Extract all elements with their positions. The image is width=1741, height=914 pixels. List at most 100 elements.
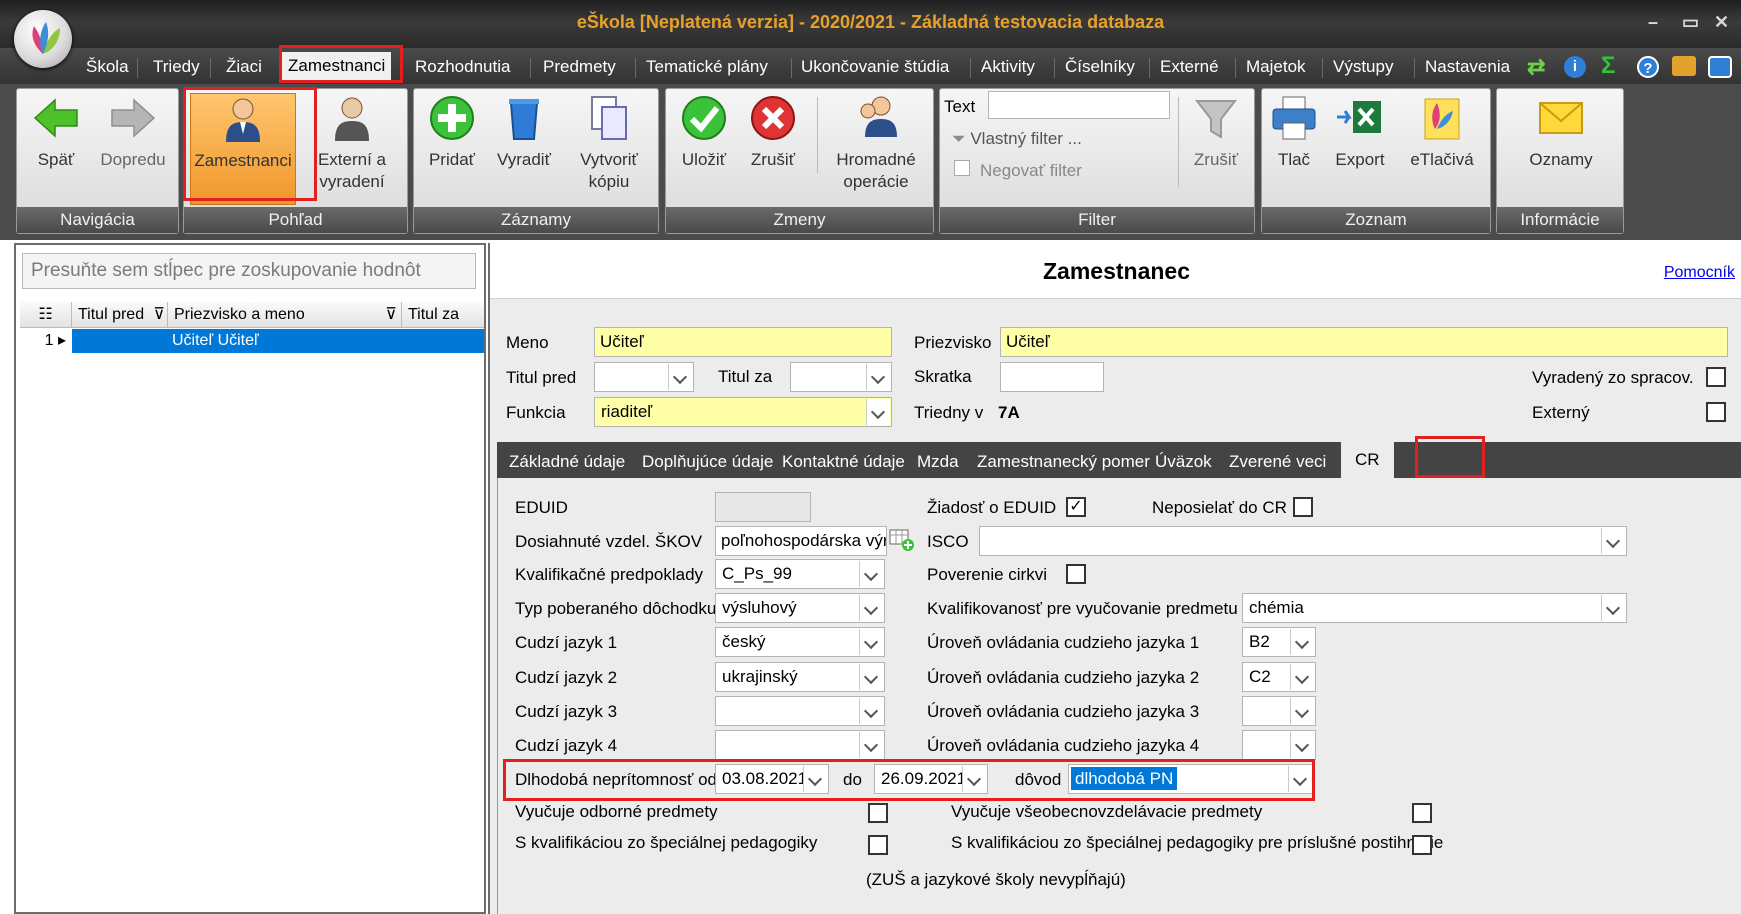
app-logo[interactable] bbox=[14, 10, 72, 68]
chevron-down-icon[interactable] bbox=[866, 364, 890, 390]
jazyk1-combo[interactable]: český bbox=[715, 627, 885, 657]
add-skov-icon[interactable] bbox=[889, 528, 915, 552]
jazyk3-combo[interactable] bbox=[715, 696, 885, 726]
tab-zverene-veci[interactable]: Zverené veci bbox=[1229, 448, 1326, 476]
refresh-icon[interactable]: ⇄ bbox=[1527, 54, 1545, 80]
externi-vyradeni-button[interactable]: Externí a vyradení bbox=[302, 93, 402, 205]
chevron-down-icon[interactable] bbox=[859, 698, 883, 724]
chevron-down-icon[interactable] bbox=[859, 561, 883, 587]
chevron-down-icon[interactable] bbox=[962, 766, 986, 792]
etlaciva-button[interactable]: eTlačivá bbox=[1400, 93, 1484, 205]
menu-aktivity[interactable]: Aktivity bbox=[975, 54, 1041, 80]
tab-mzda[interactable]: Mzda bbox=[917, 448, 959, 476]
specialna-checkbox[interactable] bbox=[868, 835, 888, 855]
chevron-down-icon[interactable] bbox=[803, 766, 827, 792]
dovod-combo[interactable]: dlhodobá PN bbox=[1068, 764, 1314, 794]
table-row[interactable]: 1 ▸ Učiteľ Učiteľ bbox=[20, 329, 484, 353]
monitor-icon[interactable] bbox=[1708, 56, 1732, 78]
meno-field[interactable]: Učiteľ bbox=[594, 327, 892, 357]
menu-skola[interactable]: Škola bbox=[80, 54, 135, 80]
chevron-down-icon[interactable] bbox=[859, 664, 883, 690]
chevron-down-icon[interactable] bbox=[1290, 629, 1314, 655]
column-header-titul-pred[interactable]: Titul pred ⊽ bbox=[72, 302, 168, 328]
negate-filter-checkbox[interactable] bbox=[954, 160, 970, 176]
copy-button[interactable]: Vytvoriť kópiu bbox=[566, 93, 652, 205]
ziadost-eduid-checkbox[interactable]: ✓ bbox=[1066, 497, 1086, 517]
chevron-down-icon[interactable] bbox=[859, 595, 883, 621]
uroven4-combo[interactable] bbox=[1242, 730, 1316, 760]
funkcia-combo[interactable]: riaditeľ bbox=[594, 397, 892, 427]
skratka-field[interactable] bbox=[1000, 362, 1104, 392]
uroven1-combo[interactable]: B2 bbox=[1242, 627, 1316, 657]
vseobecne-checkbox[interactable] bbox=[1412, 803, 1432, 823]
add-button[interactable]: Pridať bbox=[422, 93, 482, 205]
chevron-down-icon[interactable] bbox=[1290, 698, 1314, 724]
sigma-icon[interactable]: Σ bbox=[1601, 52, 1615, 80]
uroven3-combo[interactable] bbox=[1242, 696, 1316, 726]
menu-vystupy[interactable]: Výstupy bbox=[1327, 54, 1399, 80]
tab-kontaktne-udaje[interactable]: Kontaktné údaje bbox=[782, 448, 905, 476]
kvalifikovanost-combo[interactable]: chémia bbox=[1242, 593, 1627, 623]
tab-doplnujuce-udaje[interactable]: Doplňujúce údaje bbox=[642, 448, 773, 476]
save-button[interactable]: Uložiť bbox=[674, 93, 734, 205]
chevron-down-icon[interactable] bbox=[1290, 732, 1314, 758]
bulk-operations-button[interactable]: Hromadné operácie bbox=[825, 93, 927, 205]
menu-ziaci[interactable]: Žiaci bbox=[220, 54, 268, 80]
help-link[interactable]: Pomocník bbox=[1664, 264, 1735, 282]
menu-zamestnanci[interactable]: Zamestnanci bbox=[282, 52, 392, 82]
column-header-titul-za[interactable]: Titul za bbox=[402, 302, 484, 328]
chevron-down-icon[interactable] bbox=[1288, 766, 1312, 792]
uroven2-combo[interactable]: C2 bbox=[1242, 662, 1316, 692]
nepritomnost-do-date[interactable]: 26.09.2021 bbox=[874, 764, 988, 794]
menu-triedy[interactable]: Triedy bbox=[147, 54, 206, 80]
info-icon[interactable]: i bbox=[1564, 56, 1586, 78]
column-header-priezvisko[interactable]: Priezvisko a meno ⊽ bbox=[168, 302, 402, 328]
chevron-down-icon[interactable] bbox=[859, 732, 883, 758]
chevron-down-icon[interactable] bbox=[1601, 595, 1625, 621]
forward-button[interactable]: Dopredu bbox=[93, 93, 173, 205]
specialna-postihnutie-checkbox[interactable] bbox=[1412, 835, 1432, 855]
print-button[interactable]: Tlač bbox=[1268, 93, 1320, 205]
tab-cr[interactable]: CR bbox=[1341, 442, 1394, 478]
help-icon[interactable]: ? bbox=[1637, 56, 1659, 78]
nepritomnost-od-date[interactable]: 03.08.2021 bbox=[715, 764, 829, 794]
filter-icon[interactable]: ⊽ bbox=[153, 302, 165, 328]
maximize-icon[interactable]: ▭ bbox=[1682, 12, 1699, 33]
menu-rozhodnutia[interactable]: Rozhodnutia bbox=[409, 54, 516, 80]
menu-ukoncovanie-studia[interactable]: Ukončovanie štúdia bbox=[795, 54, 955, 80]
jazyk4-combo[interactable] bbox=[715, 730, 885, 760]
chevron-down-icon[interactable] bbox=[1601, 528, 1625, 554]
discard-button[interactable]: Vyradiť bbox=[486, 93, 562, 205]
menu-nastavenia[interactable]: Nastavenia bbox=[1419, 54, 1516, 80]
odborne-checkbox[interactable] bbox=[868, 803, 888, 823]
tab-zamestnanecky-pomer[interactable]: Zamestnanecký pomer bbox=[977, 448, 1150, 476]
back-button[interactable]: Späť bbox=[25, 93, 87, 205]
menu-tematicke-plany[interactable]: Tematické plány bbox=[640, 54, 774, 80]
externy-checkbox[interactable] bbox=[1706, 402, 1726, 422]
menu-predmety[interactable]: Predmety bbox=[537, 54, 622, 80]
dochodok-combo[interactable]: výsluhový bbox=[715, 593, 885, 623]
chevron-down-icon[interactable] bbox=[859, 629, 883, 655]
eduid-field[interactable] bbox=[715, 492, 811, 522]
vyradeny-checkbox[interactable] bbox=[1706, 367, 1726, 387]
group-by-area[interactable]: Presuňte sem stĺpec pre zoskupovanie hod… bbox=[22, 253, 476, 289]
poverenie-checkbox[interactable] bbox=[1066, 564, 1086, 584]
priezvisko-field[interactable]: Učiteľ bbox=[1000, 327, 1728, 357]
jazyk2-combo[interactable]: ukrajinský bbox=[715, 662, 885, 692]
neposielat-checkbox[interactable] bbox=[1293, 497, 1313, 517]
isco-combo[interactable] bbox=[979, 526, 1627, 556]
kvalif-combo[interactable]: C_Ps_99 bbox=[715, 559, 885, 589]
tab-zakladne-udaje[interactable]: Základné údaje bbox=[509, 448, 625, 476]
chevron-down-icon[interactable] bbox=[866, 399, 890, 425]
titul-za-combo[interactable] bbox=[790, 362, 892, 392]
export-button[interactable]: Export bbox=[1324, 93, 1396, 205]
cancel-button[interactable]: Zrušiť bbox=[742, 93, 804, 205]
skov-field[interactable]: poľnohospodárska výroba bbox=[715, 526, 887, 556]
chevron-down-icon[interactable] bbox=[1290, 664, 1314, 690]
filter-text-input[interactable] bbox=[988, 91, 1170, 119]
tab-uvazok[interactable]: Úväzok bbox=[1155, 448, 1212, 476]
menu-externe[interactable]: Externé bbox=[1154, 54, 1225, 80]
minimize-icon[interactable]: – bbox=[1648, 12, 1658, 33]
titul-pred-combo[interactable] bbox=[594, 362, 694, 392]
menu-ciselniky[interactable]: Číselníky bbox=[1059, 54, 1141, 80]
